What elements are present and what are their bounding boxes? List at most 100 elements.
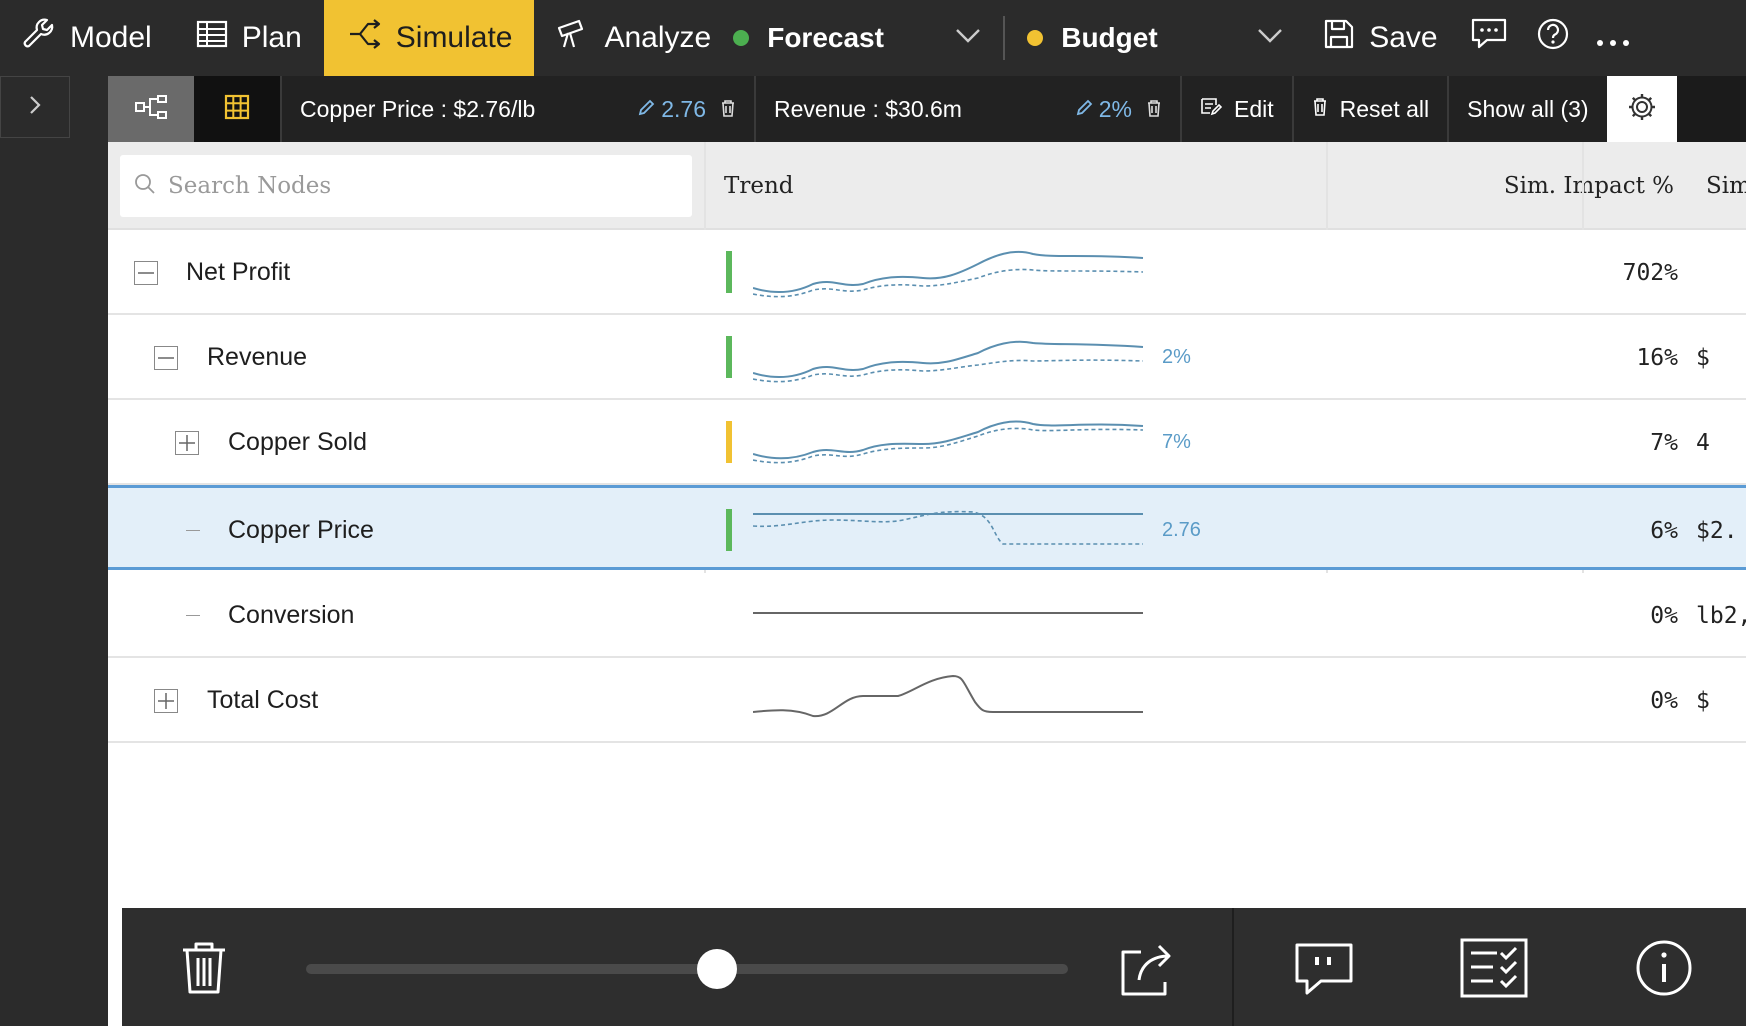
table-icon [196,20,228,56]
edit-label: Edit [1234,95,1274,122]
filter-chip-edit-value[interactable]: 2.76 [637,96,706,123]
timeline-slider-thumb[interactable] [697,949,738,989]
bottom-action-bar [122,908,1746,1026]
reset-all-button[interactable]: Reset all [1291,76,1448,142]
trash-icon[interactable] [1146,96,1162,123]
simulate-button[interactable]: Simulate [323,0,535,76]
collapse-button[interactable] [134,261,158,285]
checklist-icon [1459,937,1529,1004]
top-toolbar: Model Plan Simulate Analyze Forecast Bud… [0,0,1746,76]
chevron-down-icon [1257,28,1283,49]
search-icon [134,173,156,200]
wrench-icon [22,17,56,59]
sim-impact-value: 702% [1622,259,1678,286]
chevron-right-icon [28,94,42,121]
share-button[interactable] [1118,942,1178,1002]
table-row[interactable]: Net Profit 702% [108,230,1746,315]
collapse-button[interactable] [154,346,178,370]
model-button[interactable]: Model [0,0,174,76]
trend-status-marker [726,509,732,551]
filter-chip-value: 2% [1098,95,1132,122]
search-input[interactable] [168,173,648,199]
sim-value: $2. [1696,517,1738,544]
comment-button[interactable] [1292,942,1356,1000]
comment-icon [1293,941,1355,1002]
trend-status-marker [726,421,732,463]
settings-button[interactable] [1606,76,1677,142]
trend-status-marker [726,336,732,378]
column-header-sim[interactable]: Sim. I [1684,142,1746,230]
trend-sparkline [753,420,1144,464]
filter-chip-edit-value[interactable]: 2% [1075,96,1132,123]
scenario-forecast-dropdown[interactable]: Forecast [733,0,1003,76]
sim-impact-value: 16% [1636,344,1678,371]
table-row-selected[interactable]: Copper Price 2.76 6% $2. [108,485,1746,570]
sim-value: $ [1696,344,1710,371]
table-row[interactable]: Revenue 2% 16% $ [108,315,1746,400]
filter-chip-copper-price[interactable]: Copper Price : $2.76/lb 2.76 [280,76,754,142]
sim-value [1696,230,1746,315]
floppy-disk-icon [1323,18,1355,58]
trend-sparkline [753,250,1144,298]
sim-impact-value: 6% [1650,517,1678,544]
reset-all-label: Reset all [1339,95,1430,122]
column-header-trend[interactable]: Trend [716,142,793,230]
expand-button[interactable] [175,431,199,455]
plan-label: Plan [241,21,302,54]
edit-button[interactable]: Edit [1180,76,1292,142]
table-row[interactable]: Conversion 0% lb2, [108,573,1746,658]
simulation-delta: 2.76 [1162,519,1201,541]
show-all-button[interactable]: Show all (3) [1447,76,1607,142]
filter-chip-value: 2.76 [661,95,706,122]
simulation-delta: 2% [1162,346,1191,368]
simulate-icon [348,19,382,57]
simulate-label: Simulate [395,21,513,54]
sim-impact-value: 7% [1650,429,1678,456]
trend-sparkline [753,340,1144,383]
simulation-delta: 7% [1162,431,1191,453]
search-box[interactable] [120,155,692,217]
scenario-budget-dropdown[interactable]: Budget [1005,0,1305,76]
trend-sparkline [753,674,1143,718]
edit-icon [1200,96,1223,123]
pencil-icon [1075,96,1093,123]
expand-button[interactable] [154,689,178,713]
sim-value: $ [1696,687,1710,714]
comment-button[interactable] [1456,0,1522,76]
tree-view-button[interactable] [108,76,194,142]
node-name: Copper Sold [228,428,367,456]
more-button[interactable] [1584,0,1642,76]
node-name: Revenue [207,343,308,371]
comment-icon [1470,17,1508,59]
table-row[interactable]: Copper Sold 7% 7% 4 [108,400,1746,485]
budget-status-dot [1027,30,1044,46]
help-button[interactable] [1522,0,1584,76]
forecast-status-dot [733,30,750,46]
filter-chip-label: Copper Price : $2.76/lb [300,95,536,122]
expand-panel-button[interactable] [0,76,70,138]
grid-icon [224,94,250,125]
grid-view-button[interactable] [194,76,280,142]
filter-chip-revenue[interactable]: Revenue : $30.6m 2% [754,76,1180,142]
column-header-sim-label: Sim. I [1706,173,1746,199]
node-table: Trend Sim. Impact % Sim. I Net Profit 70… [108,142,1746,1026]
column-header-sim-impact[interactable]: Sim. Impact % [1328,142,1684,230]
save-button[interactable]: Save [1305,0,1455,76]
checklist-button[interactable] [1458,938,1530,1002]
plan-button[interactable]: Plan [174,0,324,76]
sim-value: lb2, [1696,602,1746,629]
timeline-slider-track[interactable] [306,964,1068,974]
sim-impact-value: 0% [1650,687,1678,714]
info-button[interactable] [1634,940,1694,1000]
trend-sparkline [753,510,1143,545]
analyze-button[interactable]: Analyze [534,0,733,76]
trash-icon[interactable] [720,96,736,123]
table-header: Trend Sim. Impact % Sim. I [108,142,1746,230]
delete-button[interactable] [176,942,232,998]
table-row[interactable]: Total Cost 0% $ [108,658,1746,743]
gear-icon [1627,92,1657,127]
trash-icon [179,940,229,1001]
filter-chip-label: Revenue : $30.6m [774,95,962,122]
node-name: Total Cost [207,686,319,714]
app-window: Model Plan Simulate Analyze Forecast Bud… [0,0,1746,1026]
